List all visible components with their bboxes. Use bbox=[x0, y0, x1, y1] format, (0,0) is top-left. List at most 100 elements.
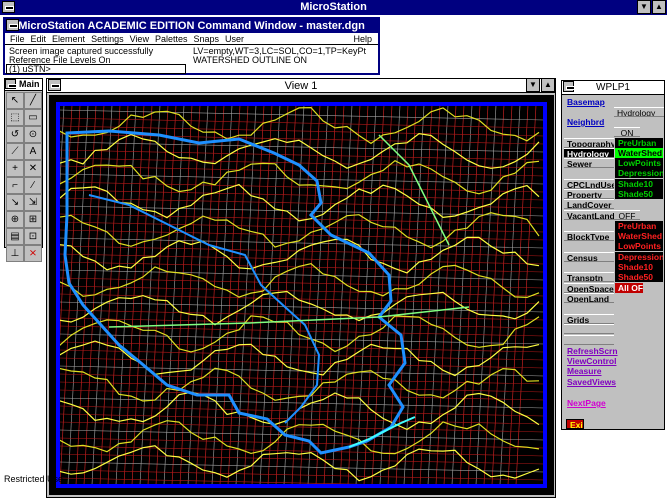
modify-element-tool[interactable]: ⊕ bbox=[6, 211, 24, 228]
on-preurban[interactable]: PreUrban bbox=[615, 138, 663, 148]
snap-tool[interactable]: ⊥ bbox=[6, 245, 24, 262]
main-palette-system-menu-icon[interactable] bbox=[5, 79, 17, 89]
layer-property[interactable]: Property bbox=[564, 189, 614, 199]
off-watershed[interactable]: WaterShed bbox=[615, 231, 663, 241]
command-menu-bar: File Edit Element Settings View Palettes… bbox=[5, 33, 378, 45]
view-system-menu-icon[interactable] bbox=[48, 79, 61, 91]
menu-file[interactable]: File bbox=[10, 33, 25, 44]
copy-element-tool[interactable]: ↘ bbox=[6, 194, 24, 211]
menu-help[interactable]: Help bbox=[353, 33, 372, 44]
street-line bbox=[59, 469, 544, 481]
viewcontrol-button[interactable]: ViewControl bbox=[564, 356, 624, 366]
contour-line bbox=[59, 263, 540, 299]
place-text-tool[interactable]: A bbox=[24, 143, 42, 160]
place-line-tool[interactable]: ╱ bbox=[24, 92, 42, 109]
layer-hydrology[interactable]: Hydrology bbox=[564, 148, 614, 158]
hydrology-heading: Hydrology bbox=[614, 107, 664, 117]
exit-button[interactable]: Exit bbox=[566, 419, 584, 429]
layer-topography[interactable]: Topography bbox=[564, 138, 614, 148]
main-palette-title-text: Main bbox=[19, 79, 40, 89]
layer-openspace[interactable]: OpenSpace bbox=[564, 283, 614, 293]
command-window: MicroStation ACADEMIC EDITION Command Wi… bbox=[3, 17, 380, 75]
nextpage-button[interactable]: NextPage bbox=[564, 398, 624, 408]
drop-element-tool[interactable]: ▤ bbox=[6, 228, 24, 245]
main-palette-title: Main bbox=[5, 79, 42, 91]
menu-view[interactable]: View bbox=[130, 33, 149, 44]
on-lowpoints[interactable]: LowPoints bbox=[615, 158, 663, 168]
app-title-bar: MicroStation ▼ ▲ bbox=[0, 0, 667, 15]
delete-element-tool[interactable]: ⨯ bbox=[24, 245, 42, 262]
layer-grids[interactable]: Grids bbox=[564, 314, 614, 324]
off-depressions[interactable]: Depressions bbox=[615, 252, 663, 262]
wplp-title: WPLP1 bbox=[596, 82, 630, 93]
change-attributes-tool[interactable]: ⊞ bbox=[24, 211, 42, 228]
menu-snaps[interactable]: Snaps bbox=[193, 33, 219, 44]
layer-transptn[interactable]: Transptn bbox=[564, 272, 614, 282]
layer-sewer[interactable]: Sewer bbox=[564, 158, 614, 168]
street-line bbox=[171, 105, 193, 485]
menu-settings[interactable]: Settings bbox=[91, 33, 124, 44]
off-preurban[interactable]: PreUrban bbox=[615, 221, 663, 231]
place-linestring-tool[interactable]: ⟋ bbox=[6, 143, 24, 160]
street-line bbox=[163, 105, 185, 485]
on-depressions[interactable]: Depressions bbox=[615, 168, 663, 178]
neighbrd-link[interactable]: Neighbrd bbox=[564, 117, 612, 127]
menu-element[interactable]: Element bbox=[52, 33, 85, 44]
off-lowpoints[interactable]: LowPoints bbox=[615, 241, 663, 251]
watershed-inner-stream bbox=[88, 194, 321, 424]
off-label: OFF bbox=[614, 210, 640, 220]
app-system-menu-icon[interactable] bbox=[2, 1, 15, 13]
layer-landcover[interactable]: LandCover bbox=[564, 199, 614, 209]
savedviews-button[interactable]: SavedViews bbox=[564, 377, 624, 387]
refreshscrn-button[interactable]: RefreshScrn bbox=[564, 346, 624, 356]
on-shade50[interactable]: Shade50 bbox=[615, 189, 663, 199]
scale-element-tool[interactable]: ⇲ bbox=[24, 194, 42, 211]
basemap-link[interactable]: Basemap bbox=[564, 97, 612, 107]
dimension-tool[interactable]: ⌐ bbox=[6, 177, 24, 194]
view-minimize-button[interactable]: ▼ bbox=[526, 79, 540, 92]
element-selection-tool[interactable]: ↖ bbox=[6, 92, 24, 109]
group-tool[interactable]: ⊡ bbox=[24, 228, 42, 245]
place-arc-tool[interactable]: ↺ bbox=[6, 126, 24, 143]
contour-line bbox=[59, 106, 540, 145]
place-block-tool[interactable]: ▭ bbox=[24, 109, 42, 126]
layer-vacantland[interactable]: VacantLand bbox=[564, 210, 614, 220]
place-cell-tool[interactable]: + bbox=[6, 160, 24, 177]
measure-button[interactable]: Measure bbox=[564, 366, 624, 376]
app-title: MicroStation bbox=[300, 1, 367, 13]
street-line bbox=[307, 105, 329, 485]
view-drawing-area[interactable] bbox=[49, 95, 554, 495]
fence-tool[interactable]: ⬚ bbox=[6, 109, 24, 126]
app-maximize-button[interactable]: ▲ bbox=[652, 0, 666, 14]
street-line bbox=[59, 253, 544, 265]
wplp-system-menu-icon[interactable] bbox=[563, 81, 575, 92]
command-window-system-menu-icon[interactable] bbox=[6, 19, 19, 31]
on-label: ON bbox=[614, 127, 640, 137]
layer-cpclnduse[interactable]: CPCLndUse bbox=[564, 179, 614, 189]
menu-edit[interactable]: Edit bbox=[31, 33, 47, 44]
layer-openland[interactable]: OpenLand bbox=[564, 293, 614, 303]
off-shade50[interactable]: Shade50 bbox=[615, 272, 663, 282]
street-line bbox=[315, 105, 337, 485]
place-circle-tool[interactable]: ⊙ bbox=[24, 126, 42, 143]
app-minimize-button[interactable]: ▼ bbox=[637, 0, 651, 14]
menu-user[interactable]: User bbox=[225, 33, 244, 44]
view-window-title: View 1 bbox=[284, 80, 318, 92]
measure-tool[interactable]: ∕ bbox=[24, 177, 42, 194]
layer-census[interactable]: Census bbox=[564, 252, 614, 262]
layer-blocktype[interactable]: BlockType bbox=[564, 231, 614, 241]
message-right-2: WATERSHED OUTLINE ON bbox=[193, 55, 308, 65]
street-line bbox=[123, 105, 145, 485]
view-maximize-button[interactable]: ▲ bbox=[541, 79, 555, 92]
off-shade10[interactable]: Shade10 bbox=[615, 262, 663, 272]
pattern-tool[interactable]: ✕ bbox=[24, 160, 42, 177]
on-watershed[interactable]: WaterShed bbox=[615, 148, 663, 158]
main-palette-tools: ↖ ╱ ⬚ ▭ ↺ ⊙ ⟋ A + ✕ ⌐ ∕ ↘ ⇲ ⊕ ⊞ ▤ ⊡ ⊥ ⨯ bbox=[5, 91, 42, 263]
all-off-button[interactable]: All OFF bbox=[615, 283, 643, 293]
keyin-field[interactable]: (1) uSTN> bbox=[6, 64, 186, 74]
street-line bbox=[179, 105, 201, 485]
main-palette: Main ↖ ╱ ⬚ ▭ ↺ ⊙ ⟋ A + ✕ ⌐ ∕ ↘ ⇲ ⊕ ⊞ ▤ ⊡… bbox=[4, 78, 43, 262]
menu-palettes[interactable]: Palettes bbox=[155, 33, 188, 44]
blank-row-1 bbox=[564, 324, 614, 334]
on-shade10[interactable]: Shade10 bbox=[615, 179, 663, 189]
